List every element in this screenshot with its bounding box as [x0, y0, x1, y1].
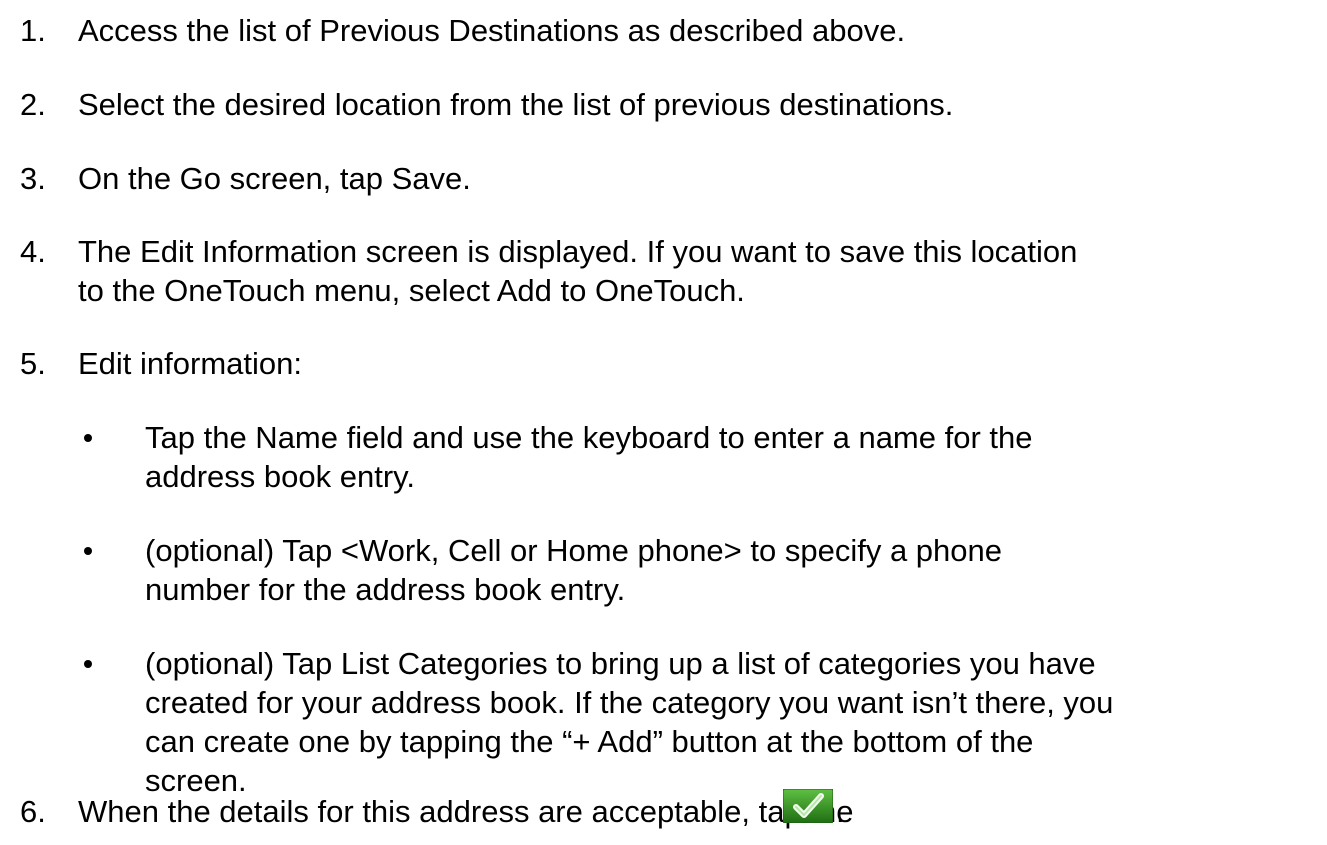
step-6-number: 6.: [20, 794, 46, 829]
step-2-number: 2.: [20, 87, 46, 122]
bullet-2-text-line-1: (optional) Tap <Work, Cell or Home phone…: [145, 533, 1003, 568]
bullet-3-marker: [84, 660, 92, 668]
step-1-text: Access the list of Previous Destinations…: [78, 13, 906, 48]
bullet-1-text-line-2: address book entry.: [145, 459, 415, 494]
bullet-3-text-line-2: created for your address book. If the ca…: [145, 685, 1114, 720]
step-1-number: 1.: [20, 13, 46, 48]
bullet-1-text-line-1: Tap the Name field and use the keyboard …: [145, 420, 1033, 455]
step-4-text-line-2: to the OneTouch menu, select Add to OneT…: [78, 273, 745, 308]
step-3-number: 3.: [20, 161, 46, 196]
step-3-text: On the Go screen, tap Save.: [78, 161, 471, 196]
step-6-period: .: [836, 794, 845, 829]
checkmark-icon: [782, 788, 834, 824]
bullet-2-text-line-2: number for the address book entry.: [145, 572, 626, 607]
step-6-text: When the details for this address are ac…: [78, 794, 854, 829]
step-2-text: Select the desired location from the lis…: [78, 87, 954, 122]
bullet-3-text-line-1: (optional) Tap List Categories to bring …: [145, 646, 1096, 681]
bullet-1-marker: [84, 434, 92, 442]
step-4-text-line-1: The Edit Information screen is displayed…: [78, 234, 1078, 269]
instructions-document: 1. Access the list of Previous Destinati…: [0, 0, 1327, 845]
step-4-number: 4.: [20, 234, 46, 269]
step-5-text: Edit information:: [78, 346, 302, 381]
bullet-3-text-line-3: can create one by tapping the “+ Add” bu…: [145, 724, 1034, 759]
bullet-2-marker: [84, 547, 92, 555]
step-5-number: 5.: [20, 346, 46, 381]
